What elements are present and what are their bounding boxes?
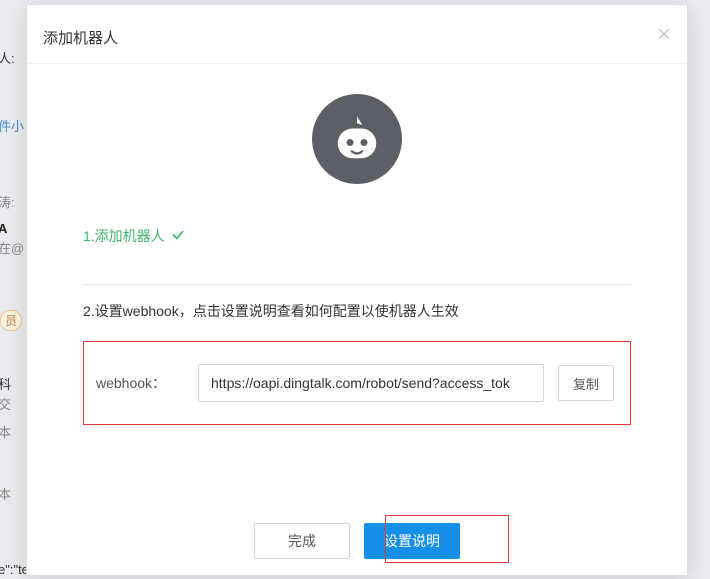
- robot-icon: [329, 111, 385, 167]
- bg-text: 人:: [0, 52, 15, 65]
- step-2-label: 2.设置webhook，点击设置说明查看如何配置以使机器人生效: [83, 301, 631, 321]
- add-robot-modal: 添加机器人 1.添加机器人: [26, 4, 688, 576]
- bg-text: 交: [0, 398, 11, 411]
- modal-header: 添加机器人: [27, 5, 687, 64]
- close-icon: [655, 25, 673, 43]
- done-button[interactable]: 完成: [254, 523, 350, 559]
- modal-title: 添加机器人: [43, 27, 118, 48]
- bg-text: 在@: [0, 242, 24, 255]
- modal-body: 1.添加机器人 2.设置webhook，点击设置说明查看如何配置以使机器人生效 …: [27, 94, 687, 425]
- bg-text: 涛:: [0, 196, 15, 209]
- bg-text: 件小: [0, 120, 24, 133]
- check-icon: [171, 228, 185, 245]
- bg-text: 科: [0, 378, 11, 391]
- step-1-row: 1.添加机器人: [83, 226, 631, 246]
- modal-footer: 完成 设置说明: [27, 523, 687, 559]
- bg-text: 本: [0, 426, 11, 439]
- robot-avatar: [312, 94, 402, 184]
- close-button[interactable]: [655, 25, 673, 43]
- webhook-highlight-box: webhook： 复制: [83, 341, 631, 425]
- divider: [83, 284, 631, 285]
- bg-text: A: [0, 222, 7, 235]
- webhook-label: webhook：: [94, 373, 198, 393]
- background-window: 人: 件小 涛: A 在@ 员 科 交 本 本 e":"text", 添加机器人: [0, 0, 710, 579]
- copy-button[interactable]: 复制: [558, 365, 614, 401]
- bg-badge: 员: [0, 310, 22, 331]
- webhook-input[interactable]: [198, 364, 544, 402]
- bg-text: 本: [0, 488, 11, 501]
- settings-help-button[interactable]: 设置说明: [364, 523, 460, 559]
- step-1-label: 1.添加机器人: [83, 226, 165, 246]
